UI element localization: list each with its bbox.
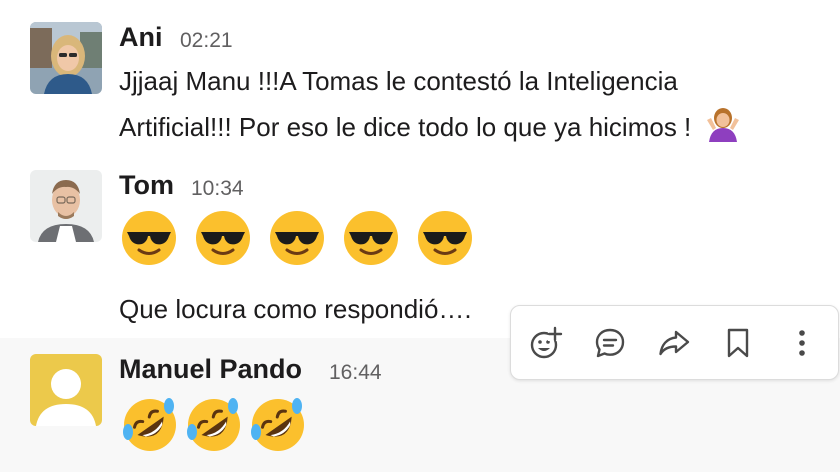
avatar-tom[interactable] (30, 170, 102, 242)
author-name[interactable]: Ani (119, 22, 163, 53)
message-text-line-2: Artificial!!! Por eso le dice todo lo qu… (119, 106, 743, 154)
share-icon (659, 330, 690, 356)
save-bookmark-icon (727, 328, 749, 358)
reply-in-thread-button[interactable] (591, 324, 629, 362)
message-text: Artificial!!! Por eso le dice todo lo qu… (119, 112, 692, 142)
reply-in-thread-icon (595, 328, 625, 358)
timestamp[interactable]: 10:34 (191, 177, 244, 201)
save-for-later-button[interactable] (719, 324, 757, 362)
author-name[interactable]: Tom (119, 170, 174, 201)
message-ani: Ani 02:21 Jjjaaj Manu !!!A Tomas le cont… (0, 0, 840, 160)
emoji-row (119, 208, 475, 273)
more-actions-button[interactable] (783, 324, 821, 362)
message-actions-toolbar (510, 305, 839, 380)
rolling-on-floor-laughing-icon (183, 394, 245, 461)
rolling-on-floor-laughing-icon (247, 394, 309, 461)
rolling-on-floor-laughing-icon (119, 394, 181, 461)
author-name[interactable]: Manuel Pando (119, 354, 302, 385)
message-text: Que locura como respondió…. (119, 294, 472, 324)
person-shrugging-icon (703, 106, 743, 154)
avatar-manuel-pando[interactable] (30, 354, 102, 426)
share-message-button[interactable] (655, 324, 693, 362)
smiling-face-with-sunglasses-icon (193, 208, 253, 273)
smiling-face-with-sunglasses-icon (267, 208, 327, 273)
avatar-ani[interactable] (30, 22, 102, 94)
smiling-face-with-sunglasses-icon (415, 208, 475, 273)
add-reaction-icon (530, 326, 563, 359)
timestamp[interactable]: 16:44 (329, 361, 382, 385)
more-actions-icon (799, 330, 805, 356)
emoji-row (119, 394, 309, 461)
smiling-face-with-sunglasses-icon (119, 208, 179, 273)
smiling-face-with-sunglasses-icon (341, 208, 401, 273)
add-reaction-button[interactable] (527, 324, 565, 362)
timestamp[interactable]: 02:21 (180, 29, 233, 53)
message-text-line-1: Jjjaaj Manu !!!A Tomas le contestó la In… (119, 66, 678, 96)
